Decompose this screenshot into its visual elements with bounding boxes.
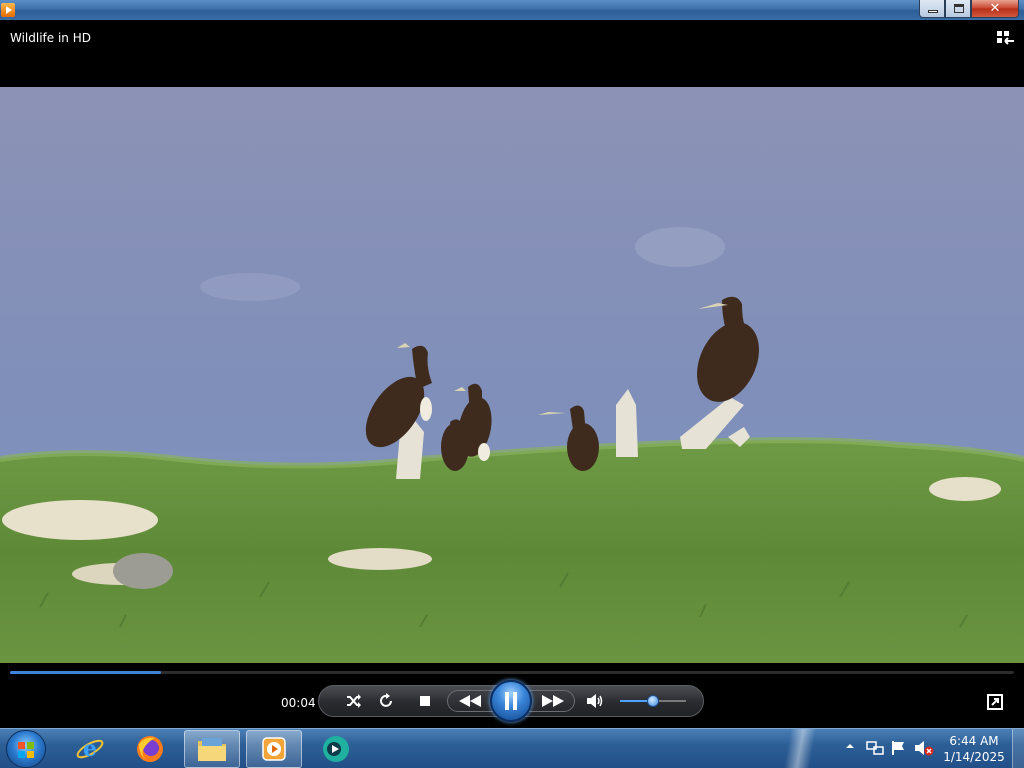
show-desktop-button[interactable] xyxy=(1012,729,1024,768)
previous-button[interactable] xyxy=(450,690,490,712)
action-center-flag-icon[interactable] xyxy=(891,740,907,756)
taskbar-firefox[interactable] xyxy=(122,730,178,768)
repeat-button[interactable] xyxy=(376,690,396,712)
fullscreen-button[interactable] xyxy=(986,693,1004,711)
previous-icon xyxy=(459,695,481,707)
taskbar-internet-explorer[interactable]: e xyxy=(62,730,118,768)
switch-to-library-icon[interactable] xyxy=(994,29,1016,47)
taskbar-windows-media-player[interactable] xyxy=(246,730,302,768)
seek-bar-progress xyxy=(10,671,161,674)
seek-bar[interactable] xyxy=(10,671,1014,674)
play-pause-button[interactable] xyxy=(490,680,532,722)
show-hidden-icons-arrow[interactable] xyxy=(845,741,855,751)
taskbar-media-center[interactable] xyxy=(308,730,364,768)
maximize-icon xyxy=(954,4,964,13)
taskbar-file-explorer[interactable] xyxy=(184,730,240,768)
speaker-icon xyxy=(587,694,603,708)
shuffle-button[interactable] xyxy=(344,690,364,712)
taskbar: e 6:44 AM 1/14/2025 xyxy=(0,728,1024,768)
stop-icon xyxy=(420,696,430,706)
file-explorer-icon xyxy=(198,738,226,761)
svg-text:e: e xyxy=(83,736,97,762)
clock-time: 6:44 AM xyxy=(949,734,999,748)
internet-explorer-icon: e xyxy=(76,736,104,762)
shuffle-icon xyxy=(347,694,361,708)
now-playing-header: Wildlife in HD xyxy=(0,20,1024,87)
video-title: Wildlife in HD xyxy=(10,31,91,45)
next-button[interactable] xyxy=(533,690,573,712)
mute-button[interactable] xyxy=(585,690,605,712)
network-icon[interactable] xyxy=(866,741,884,757)
close-button[interactable]: ✕ xyxy=(971,0,1019,18)
windows-media-player-icon xyxy=(262,737,286,761)
taskbar-glow xyxy=(740,729,860,768)
system-clock[interactable]: 6:44 AM 1/14/2025 xyxy=(940,733,1008,765)
windows-logo-icon xyxy=(18,742,34,758)
clock-date: 1/14/2025 xyxy=(943,750,1005,764)
video-frame[interactable] xyxy=(0,87,1024,663)
next-icon xyxy=(542,695,564,707)
stop-button[interactable] xyxy=(418,693,432,709)
media-center-icon xyxy=(323,736,349,762)
minimize-button[interactable] xyxy=(919,0,945,18)
repeat-icon xyxy=(380,693,392,707)
window-title-bar[interactable]: ✕ xyxy=(0,0,1024,20)
start-button[interactable] xyxy=(6,730,46,768)
volume-slider[interactable] xyxy=(620,695,686,707)
pause-icon xyxy=(505,692,517,710)
minimize-icon xyxy=(928,10,938,13)
volume-muted-icon[interactable] xyxy=(914,740,934,756)
close-icon: ✕ xyxy=(989,1,1001,16)
fullscreen-icon xyxy=(987,694,1003,710)
elapsed-time: 00:04 xyxy=(281,696,316,710)
media-player-app-icon[interactable] xyxy=(1,3,15,17)
maximize-button[interactable] xyxy=(945,0,971,18)
firefox-icon xyxy=(137,736,163,762)
volume-slider-thumb[interactable] xyxy=(647,695,659,707)
